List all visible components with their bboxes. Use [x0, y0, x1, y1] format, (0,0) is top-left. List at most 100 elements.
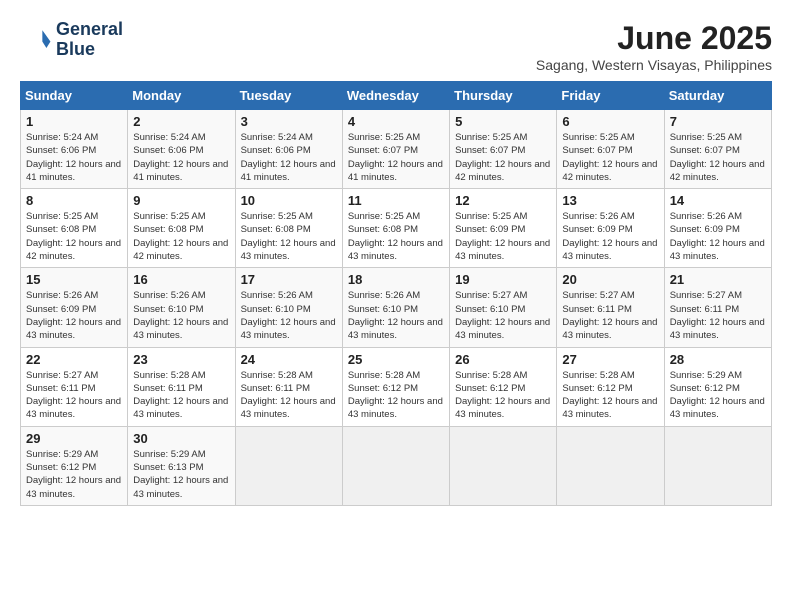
calendar-cell: 5 Sunrise: 5:25 AMSunset: 6:07 PMDayligh… — [450, 110, 557, 189]
calendar-week-5: 29 Sunrise: 5:29 AMSunset: 6:12 PMDaylig… — [21, 426, 772, 505]
col-tuesday: Tuesday — [235, 82, 342, 110]
day-info: Sunrise: 5:25 AMSunset: 6:08 PMDaylight:… — [348, 210, 444, 263]
day-info: Sunrise: 5:25 AMSunset: 6:08 PMDaylight:… — [26, 210, 122, 263]
day-number: 9 — [133, 193, 229, 208]
logo: General Blue — [20, 20, 123, 60]
day-number: 22 — [26, 352, 122, 367]
calendar-cell: 23 Sunrise: 5:28 AMSunset: 6:11 PMDaylig… — [128, 347, 235, 426]
day-number: 7 — [670, 114, 766, 129]
day-number: 11 — [348, 193, 444, 208]
calendar-week-2: 8 Sunrise: 5:25 AMSunset: 6:08 PMDayligh… — [21, 189, 772, 268]
calendar-header-row: Sunday Monday Tuesday Wednesday Thursday… — [21, 82, 772, 110]
day-number: 8 — [26, 193, 122, 208]
day-info: Sunrise: 5:29 AMSunset: 6:12 PMDaylight:… — [26, 448, 122, 501]
calendar-cell — [235, 426, 342, 505]
calendar-cell — [557, 426, 664, 505]
calendar-cell — [450, 426, 557, 505]
calendar-week-3: 15 Sunrise: 5:26 AMSunset: 6:09 PMDaylig… — [21, 268, 772, 347]
day-number: 13 — [562, 193, 658, 208]
day-info: Sunrise: 5:25 AMSunset: 6:08 PMDaylight:… — [133, 210, 229, 263]
logo-text: General Blue — [56, 20, 123, 60]
day-number: 24 — [241, 352, 337, 367]
day-number: 26 — [455, 352, 551, 367]
day-number: 15 — [26, 272, 122, 287]
day-info: Sunrise: 5:28 AMSunset: 6:12 PMDaylight:… — [455, 369, 551, 422]
calendar-cell: 20 Sunrise: 5:27 AMSunset: 6:11 PMDaylig… — [557, 268, 664, 347]
day-info: Sunrise: 5:29 AMSunset: 6:12 PMDaylight:… — [670, 369, 766, 422]
calendar-cell: 13 Sunrise: 5:26 AMSunset: 6:09 PMDaylig… — [557, 189, 664, 268]
day-number: 10 — [241, 193, 337, 208]
day-info: Sunrise: 5:28 AMSunset: 6:11 PMDaylight:… — [133, 369, 229, 422]
col-saturday: Saturday — [664, 82, 771, 110]
calendar-cell: 29 Sunrise: 5:29 AMSunset: 6:12 PMDaylig… — [21, 426, 128, 505]
logo-icon — [20, 24, 52, 56]
calendar-cell: 7 Sunrise: 5:25 AMSunset: 6:07 PMDayligh… — [664, 110, 771, 189]
day-info: Sunrise: 5:28 AMSunset: 6:12 PMDaylight:… — [348, 369, 444, 422]
logo-line2: Blue — [56, 40, 123, 60]
day-number: 20 — [562, 272, 658, 287]
day-number: 29 — [26, 431, 122, 446]
calendar-cell: 4 Sunrise: 5:25 AMSunset: 6:07 PMDayligh… — [342, 110, 449, 189]
calendar-cell: 27 Sunrise: 5:28 AMSunset: 6:12 PMDaylig… — [557, 347, 664, 426]
day-info: Sunrise: 5:27 AMSunset: 6:11 PMDaylight:… — [26, 369, 122, 422]
day-number: 1 — [26, 114, 122, 129]
col-friday: Friday — [557, 82, 664, 110]
calendar-cell: 24 Sunrise: 5:28 AMSunset: 6:11 PMDaylig… — [235, 347, 342, 426]
day-info: Sunrise: 5:26 AMSunset: 6:09 PMDaylight:… — [26, 289, 122, 342]
calendar-cell: 22 Sunrise: 5:27 AMSunset: 6:11 PMDaylig… — [21, 347, 128, 426]
day-number: 17 — [241, 272, 337, 287]
day-info: Sunrise: 5:25 AMSunset: 6:07 PMDaylight:… — [670, 131, 766, 184]
calendar-cell: 19 Sunrise: 5:27 AMSunset: 6:10 PMDaylig… — [450, 268, 557, 347]
calendar-cell: 25 Sunrise: 5:28 AMSunset: 6:12 PMDaylig… — [342, 347, 449, 426]
calendar-cell: 6 Sunrise: 5:25 AMSunset: 6:07 PMDayligh… — [557, 110, 664, 189]
day-info: Sunrise: 5:25 AMSunset: 6:07 PMDaylight:… — [562, 131, 658, 184]
day-info: Sunrise: 5:25 AMSunset: 6:07 PMDaylight:… — [348, 131, 444, 184]
day-info: Sunrise: 5:28 AMSunset: 6:12 PMDaylight:… — [562, 369, 658, 422]
day-number: 18 — [348, 272, 444, 287]
calendar-cell: 8 Sunrise: 5:25 AMSunset: 6:08 PMDayligh… — [21, 189, 128, 268]
main-title: June 2025 — [536, 20, 772, 57]
day-info: Sunrise: 5:24 AMSunset: 6:06 PMDaylight:… — [133, 131, 229, 184]
calendar-cell: 21 Sunrise: 5:27 AMSunset: 6:11 PMDaylig… — [664, 268, 771, 347]
calendar-cell: 18 Sunrise: 5:26 AMSunset: 6:10 PMDaylig… — [342, 268, 449, 347]
calendar-cell: 14 Sunrise: 5:26 AMSunset: 6:09 PMDaylig… — [664, 189, 771, 268]
day-info: Sunrise: 5:26 AMSunset: 6:10 PMDaylight:… — [241, 289, 337, 342]
day-info: Sunrise: 5:24 AMSunset: 6:06 PMDaylight:… — [26, 131, 122, 184]
day-info: Sunrise: 5:26 AMSunset: 6:09 PMDaylight:… — [670, 210, 766, 263]
day-info: Sunrise: 5:27 AMSunset: 6:10 PMDaylight:… — [455, 289, 551, 342]
day-info: Sunrise: 5:24 AMSunset: 6:06 PMDaylight:… — [241, 131, 337, 184]
day-number: 14 — [670, 193, 766, 208]
day-number: 25 — [348, 352, 444, 367]
col-sunday: Sunday — [21, 82, 128, 110]
day-info: Sunrise: 5:28 AMSunset: 6:11 PMDaylight:… — [241, 369, 337, 422]
day-number: 6 — [562, 114, 658, 129]
calendar-cell — [664, 426, 771, 505]
col-monday: Monday — [128, 82, 235, 110]
day-info: Sunrise: 5:25 AMSunset: 6:09 PMDaylight:… — [455, 210, 551, 263]
day-number: 3 — [241, 114, 337, 129]
day-number: 21 — [670, 272, 766, 287]
day-number: 27 — [562, 352, 658, 367]
day-number: 19 — [455, 272, 551, 287]
calendar: Sunday Monday Tuesday Wednesday Thursday… — [20, 81, 772, 506]
calendar-cell: 30 Sunrise: 5:29 AMSunset: 6:13 PMDaylig… — [128, 426, 235, 505]
calendar-cell: 15 Sunrise: 5:26 AMSunset: 6:09 PMDaylig… — [21, 268, 128, 347]
day-number: 4 — [348, 114, 444, 129]
header: General Blue June 2025 Sagang, Western V… — [20, 20, 772, 73]
day-number: 5 — [455, 114, 551, 129]
title-area: June 2025 Sagang, Western Visayas, Phili… — [536, 20, 772, 73]
day-number: 2 — [133, 114, 229, 129]
calendar-cell: 11 Sunrise: 5:25 AMSunset: 6:08 PMDaylig… — [342, 189, 449, 268]
calendar-cell: 26 Sunrise: 5:28 AMSunset: 6:12 PMDaylig… — [450, 347, 557, 426]
logo-line1: General — [56, 20, 123, 40]
calendar-cell: 28 Sunrise: 5:29 AMSunset: 6:12 PMDaylig… — [664, 347, 771, 426]
calendar-cell: 12 Sunrise: 5:25 AMSunset: 6:09 PMDaylig… — [450, 189, 557, 268]
calendar-cell: 10 Sunrise: 5:25 AMSunset: 6:08 PMDaylig… — [235, 189, 342, 268]
day-info: Sunrise: 5:27 AMSunset: 6:11 PMDaylight:… — [670, 289, 766, 342]
day-number: 28 — [670, 352, 766, 367]
day-info: Sunrise: 5:27 AMSunset: 6:11 PMDaylight:… — [562, 289, 658, 342]
calendar-week-4: 22 Sunrise: 5:27 AMSunset: 6:11 PMDaylig… — [21, 347, 772, 426]
day-info: Sunrise: 5:29 AMSunset: 6:13 PMDaylight:… — [133, 448, 229, 501]
calendar-cell: 17 Sunrise: 5:26 AMSunset: 6:10 PMDaylig… — [235, 268, 342, 347]
calendar-cell: 9 Sunrise: 5:25 AMSunset: 6:08 PMDayligh… — [128, 189, 235, 268]
